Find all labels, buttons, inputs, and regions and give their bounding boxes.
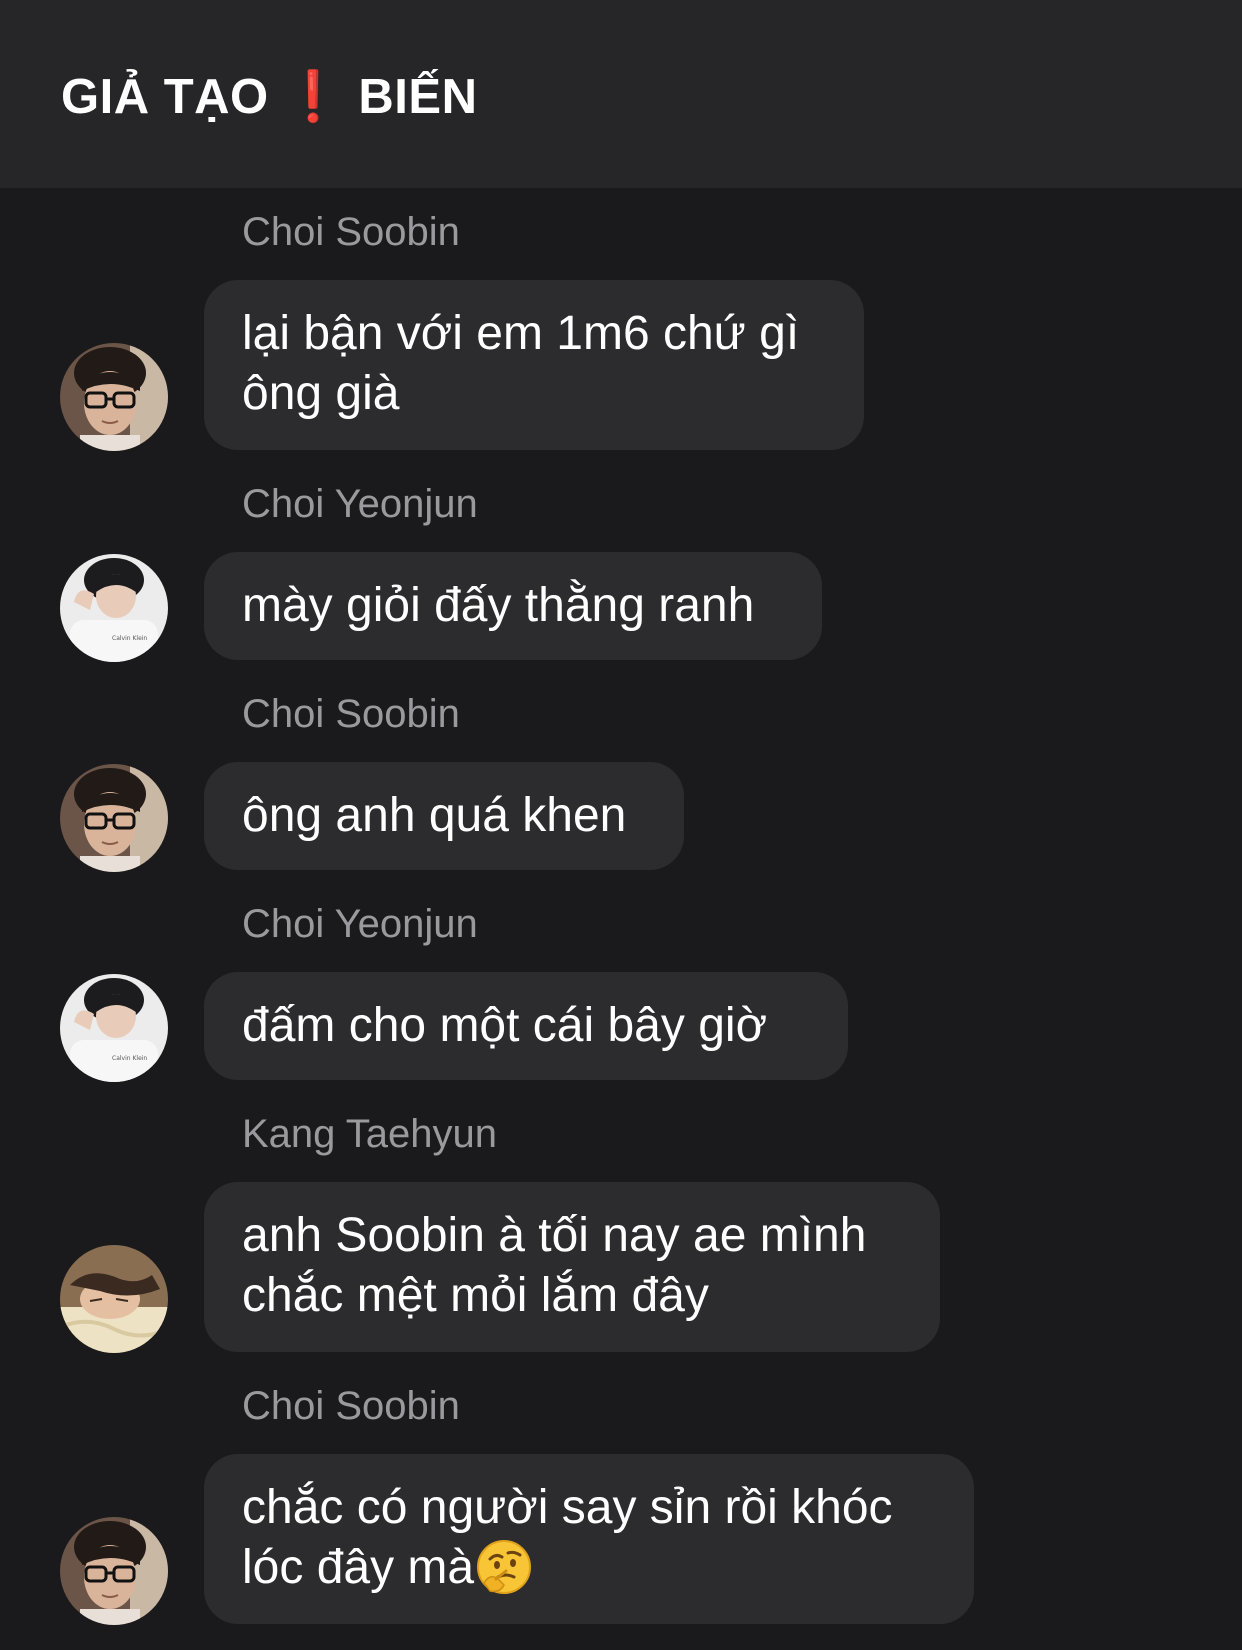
thinking-face-icon <box>477 1540 532 1594</box>
svg-text:Calvin Klein: Calvin Klein <box>112 1055 147 1062</box>
message-bubble[interactable]: lại bận với em 1m6 chứ gì ông già <box>204 280 864 450</box>
message-text: ông anh quá khen <box>242 789 627 842</box>
yeonjun-avatar[interactable]: Calvin Klein <box>60 974 168 1082</box>
taehyun-avatar[interactable] <box>60 1245 168 1353</box>
sender-name: Choi Soobin <box>242 692 460 736</box>
chat-title[interactable]: GIẢ TẠO ❗ BIẾN <box>61 68 477 125</box>
message-bubble[interactable]: ông anh quá khen <box>204 762 684 870</box>
message-text: anh Soobin à tối nay ae mình chắc mệt mỏ… <box>242 1209 867 1322</box>
message-text: lại bận với em 1m6 chứ gì ông già <box>242 307 800 420</box>
message-text: chắc có người say sỉn rồi khóc lóc đây m… <box>242 1481 893 1594</box>
soobin-avatar[interactable] <box>60 343 168 451</box>
message-bubble[interactable]: mày giỏi đấy thằng ranh <box>204 552 822 660</box>
sender-name: Kang Taehyun <box>242 1112 498 1156</box>
sender-name: Choi Soobin <box>242 1384 460 1428</box>
message-bubble[interactable]: đấm cho một cái bây giờ <box>204 972 848 1080</box>
chat-header: GIẢ TẠO ❗ BIẾN <box>0 0 1242 188</box>
soobin-avatar[interactable] <box>60 764 168 872</box>
message-bubble[interactable]: chắc có người say sỉn rồi khóc lóc đây m… <box>204 1454 974 1624</box>
message-text: đấm cho một cái bây giờ <box>242 999 768 1052</box>
sender-name: Choi Yeonjun <box>242 482 478 526</box>
yeonjun-avatar[interactable]: Calvin Klein <box>60 554 168 662</box>
svg-text:Calvin Klein: Calvin Klein <box>112 635 147 642</box>
soobin-avatar[interactable] <box>60 1517 168 1625</box>
sender-name: Choi Soobin <box>242 210 460 254</box>
message-text: mày giỏi đấy thằng ranh <box>242 579 755 632</box>
message-bubble[interactable]: anh Soobin à tối nay ae mình chắc mệt mỏ… <box>204 1182 940 1352</box>
sender-name: Choi Yeonjun <box>242 902 478 946</box>
message-list[interactable]: Choi Soobin lại bận với em 1m6 chứ gì ôn… <box>0 188 1242 1650</box>
